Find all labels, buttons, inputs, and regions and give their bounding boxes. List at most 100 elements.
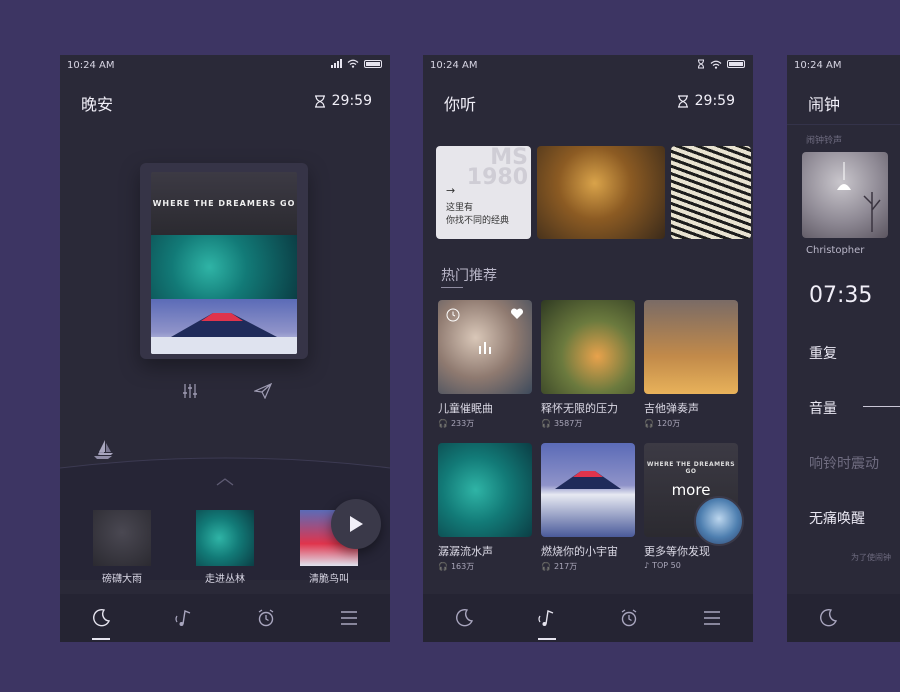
system-icons	[697, 59, 745, 69]
alarm-time[interactable]: 07:35	[809, 283, 872, 308]
footer-note: 为了使闹钟	[851, 553, 891, 562]
status-bar: 10:24 AM	[787, 55, 900, 75]
sound-label: 走进丛林	[205, 574, 245, 585]
album-card[interactable]: WHERE THE DREAMERS GO	[140, 163, 308, 359]
option-volume[interactable]: 音量	[809, 398, 837, 418]
option-repeat[interactable]: 重复	[809, 343, 837, 363]
banner-image[interactable]	[671, 146, 751, 239]
tab-listen[interactable]	[506, 594, 589, 642]
arrow-right-icon: →	[446, 184, 456, 197]
recommend-card[interactable]: 吉他弹奏声 🎧 120万	[644, 300, 738, 429]
status-bar: 10:24 AM	[423, 55, 753, 75]
banner-carousel: MS 1980 → 这里有 你找不同的经典	[436, 146, 751, 239]
heart-icon[interactable]	[510, 308, 524, 320]
option-gentle-wake[interactable]: 无痛唤醒	[809, 508, 865, 528]
banner-text: 这里有 你找不同的经典	[446, 202, 509, 228]
recommend-card[interactable]: 燃烧你的小宇宙 🎧 217万	[541, 443, 635, 572]
banner-image[interactable]	[537, 146, 665, 239]
hourglass-icon	[314, 94, 325, 108]
tab-sleep[interactable]	[60, 594, 143, 642]
timer-value: 29:59	[694, 93, 735, 109]
card-count: 🎧 3587万	[541, 418, 635, 429]
menu-icon	[340, 611, 357, 625]
card-count-value: TOP 50	[652, 561, 681, 570]
page-title: 闹钟	[808, 95, 841, 114]
sailboat-icon	[98, 440, 113, 455]
clock-icon	[446, 308, 460, 322]
wifi-icon	[710, 60, 722, 69]
card-image	[644, 300, 738, 394]
tab-bar	[787, 594, 900, 642]
card-count-value: 120万	[656, 419, 681, 428]
tab-listen[interactable]	[143, 594, 226, 642]
headphones-icon: 🎧	[644, 419, 654, 428]
alarm-clock-icon	[258, 609, 274, 627]
sound-item[interactable]: 磅礴大雨	[93, 510, 151, 585]
card-title: 儿童催眠曲	[438, 402, 493, 415]
option-vibrate[interactable]: 响铃时震动	[809, 453, 879, 473]
sound-item[interactable]: 走进丛林	[196, 510, 254, 585]
chevron-up-icon[interactable]	[216, 478, 234, 486]
sound-label: 磅礴大雨	[102, 574, 142, 585]
timer-value: 29:59	[331, 93, 372, 109]
hourglass-icon	[677, 94, 688, 108]
sound-thumb	[93, 510, 151, 566]
banner-line-2: 你找不同的经典	[446, 216, 510, 226]
tab-sleep[interactable]	[787, 594, 869, 642]
system-icons	[331, 59, 382, 68]
ringtone-section-label: 闹钟铃声	[806, 136, 843, 146]
volume-slider[interactable]	[863, 406, 900, 407]
card-count: ♪ TOP 50	[644, 561, 738, 570]
play-button[interactable]	[331, 499, 381, 549]
ringtone-thumb[interactable]	[802, 152, 888, 238]
sound-label: 清脆鸟叫	[309, 574, 349, 585]
section-title: 热门推荐	[441, 265, 497, 288]
sleep-timer[interactable]: 29:59	[677, 93, 735, 109]
tab-menu[interactable]	[308, 594, 391, 642]
battery-icon	[364, 59, 382, 68]
music-note-icon	[175, 610, 191, 626]
alarm-clock-icon	[621, 609, 637, 627]
tab-menu[interactable]	[671, 594, 754, 642]
card-count-value: 233万	[450, 419, 475, 428]
music-note-small-icon: ♪	[644, 561, 650, 570]
card-title: 燃烧你的小宇宙	[541, 545, 618, 558]
recommend-card[interactable]: 潺潺流水声 🎧 163万	[438, 443, 532, 572]
ringtone-name: Christopher	[806, 245, 865, 256]
player-controls	[182, 383, 272, 399]
card-count-value: 217万	[553, 562, 578, 571]
divider	[787, 124, 900, 125]
hourglass-icon	[698, 59, 704, 69]
equalizer-icon[interactable]	[182, 383, 198, 399]
cover-mountain-image	[151, 299, 297, 354]
card-count: 🎧 120万	[644, 418, 738, 429]
moon-icon	[456, 608, 474, 627]
album-cover: WHERE THE DREAMERS GO	[151, 172, 297, 354]
card-image	[438, 300, 532, 394]
album-caption: WHERE THE DREAMERS GO	[151, 172, 297, 235]
music-note-icon	[538, 610, 554, 626]
card-count-value: 163万	[450, 562, 475, 571]
tab-alarm[interactable]	[588, 594, 671, 642]
card-title: 释怀无限的压力	[541, 402, 618, 415]
headphones-icon: 🎧	[541, 419, 551, 428]
recommend-card[interactable]: 儿童催眠曲 🎧 233万	[438, 300, 532, 429]
headphones-icon: 🎧	[438, 562, 448, 571]
sound-thumb	[196, 510, 254, 566]
sleep-timer[interactable]: 29:59	[314, 93, 372, 109]
moon-icon	[820, 608, 838, 627]
audio-bars-icon	[479, 342, 491, 354]
more-caption: WHERE THE DREAMERS GO	[646, 461, 736, 475]
card-image	[438, 443, 532, 537]
tab-alarm[interactable]	[225, 594, 308, 642]
phone-alarm-screen: 10:24 AM 闹钟 闹钟铃声 Christopher 07:35 重复 音量…	[787, 55, 900, 642]
signal-icon	[331, 59, 342, 68]
floating-avatar[interactable]	[694, 496, 744, 546]
battery-icon	[727, 60, 745, 68]
banner-big-text: MS 1980	[466, 146, 528, 190]
recommend-card[interactable]: 释怀无限的压力 🎧 3587万	[541, 300, 635, 429]
tab-sleep[interactable]	[423, 594, 506, 642]
share-icon[interactable]	[254, 383, 272, 399]
banner-classics[interactable]: MS 1980 → 这里有 你找不同的经典	[436, 146, 531, 239]
phone-sleep-screen: 10:24 AM 晚安 29:59 WHERE THE DREAMERS GO	[60, 55, 390, 642]
